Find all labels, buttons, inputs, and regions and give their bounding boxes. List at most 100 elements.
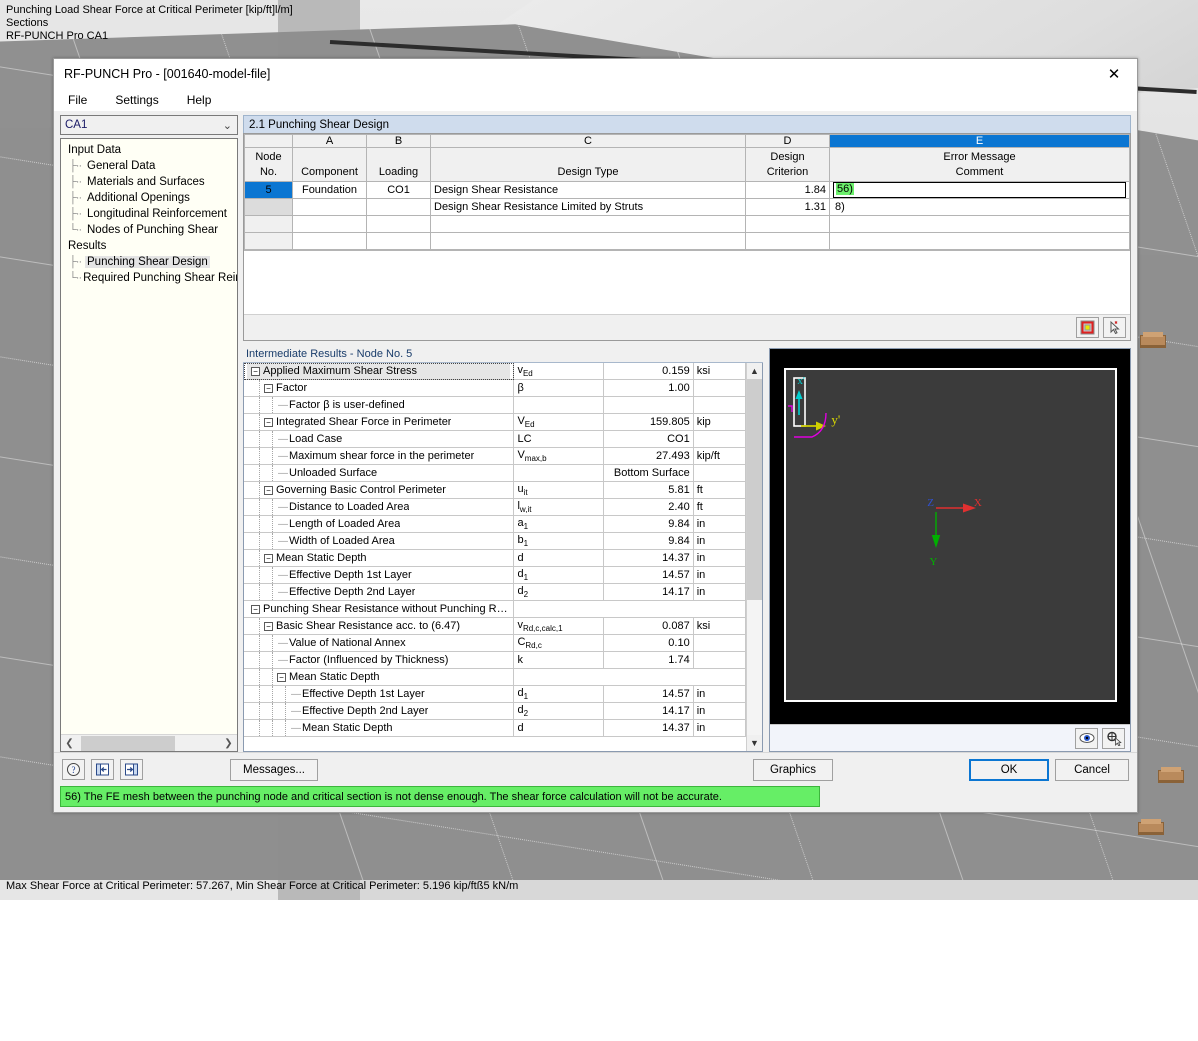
sidebar-item-punching-shear-design[interactable]: ├··Punching Shear Design <box>61 254 237 270</box>
intermediate-row[interactable]: —Load CaseLCCO1 <box>244 431 746 448</box>
intermediate-row-name-cell[interactable]: —Maximum shear force in the perimeter <box>244 448 514 465</box>
intermediate-row[interactable]: —Value of National AnnexCRd,c0.10 <box>244 635 746 652</box>
intermediate-row-name-cell[interactable]: —Load Case <box>244 431 514 448</box>
intermediate-results-table[interactable]: −Applied Maximum Shear StressvEd0.159ksi… <box>244 363 746 737</box>
hscroll-thumb[interactable] <box>81 736 175 751</box>
cell-loading[interactable]: CO1 <box>367 182 431 199</box>
intermediate-row[interactable]: —Length of Loaded Areaa19.84in <box>244 516 746 533</box>
zoom-pointer-icon[interactable] <box>1102 728 1125 749</box>
intermediate-row[interactable]: −Mean Static Depthd14.37in <box>244 550 746 567</box>
intermediate-row-name-cell[interactable]: −Applied Maximum Shear Stress <box>244 363 514 380</box>
intermediate-row-value[interactable]: 14.17 <box>604 584 694 601</box>
table-row-empty[interactable] <box>245 233 1130 250</box>
intermediate-row[interactable]: —Maximum shear force in the perimeterVma… <box>244 448 746 465</box>
sidebar-item-nodes-of-punching-shear[interactable]: └··Nodes of Punching Shear <box>61 222 237 238</box>
intermediate-row[interactable]: −Integrated Shear Force in PerimeterVEd1… <box>244 414 746 431</box>
intermediate-row-value[interactable]: 9.84 <box>604 533 694 550</box>
sidebar-item-results[interactable]: Results <box>61 238 237 254</box>
intermediate-row[interactable]: −Applied Maximum Shear StressvEd0.159ksi <box>244 363 746 380</box>
col-letter-e[interactable]: E <box>830 135 1130 148</box>
col-letter-b[interactable]: B <box>367 135 431 148</box>
intermediate-row-value[interactable]: 14.37 <box>604 550 694 567</box>
graphics-model-area[interactable]: x' y' X Y Z <box>784 368 1117 702</box>
punching-shear-design-grid[interactable]: A B C D E Node No. <box>243 133 1131 341</box>
design-results-table[interactable]: A B C D E Node No. <box>244 134 1130 250</box>
sidebar-horizontal-scrollbar[interactable]: ❮ ❯ <box>61 734 237 751</box>
intermediate-row[interactable]: —Effective Depth 1st Layerd114.57in <box>244 567 746 584</box>
intermediate-row-name-cell[interactable]: —Effective Depth 1st Layer <box>244 686 514 703</box>
collapse-toggle-icon[interactable]: − <box>264 486 273 495</box>
intermediate-vertical-scrollbar[interactable]: ▲ ▼ <box>746 363 762 751</box>
chevron-up-icon[interactable]: ▲ <box>747 363 762 379</box>
intermediate-row-name-cell[interactable]: —Effective Depth 2nd Layer <box>244 703 514 720</box>
intermediate-row-value[interactable]: 9.84 <box>604 516 694 533</box>
cell-design-type[interactable]: Design Shear Resistance Limited by Strut… <box>431 199 746 216</box>
cell-node-no[interactable] <box>245 199 293 216</box>
intermediate-row-name-cell[interactable]: —Value of National Annex <box>244 635 514 652</box>
intermediate-row-value[interactable]: 14.57 <box>604 686 694 703</box>
cell-component[interactable]: Foundation <box>293 182 367 199</box>
intermediate-row-value[interactable]: 0.159 <box>604 363 694 380</box>
intermediate-row-value[interactable] <box>604 397 694 414</box>
intermediate-row[interactable]: —Effective Depth 1st Layerd114.57in <box>244 686 746 703</box>
intermediate-row-value[interactable]: 14.37 <box>604 720 694 737</box>
cell-empty[interactable] <box>830 216 1130 233</box>
col-letter-c[interactable]: C <box>431 135 746 148</box>
intermediate-row[interactable]: —Effective Depth 2nd Layerd214.17in <box>244 584 746 601</box>
cell-empty[interactable] <box>367 233 431 250</box>
cancel-button[interactable]: Cancel <box>1055 759 1129 781</box>
sidebar-item-longitudinal-reinforcement[interactable]: ├··Longitudinal Reinforcement <box>61 206 237 222</box>
messages-button[interactable]: Messages... <box>230 759 318 781</box>
menu-item-file[interactable]: File <box>64 91 91 109</box>
error-cell-editor[interactable]: 56) <box>833 182 1126 198</box>
ok-button[interactable]: OK <box>969 759 1049 781</box>
intermediate-row-value[interactable]: 2.40 <box>604 499 694 516</box>
cell-error-message[interactable]: 8) <box>830 199 1130 216</box>
intermediate-row-value[interactable]: 5.81 <box>604 482 694 499</box>
sidebar-item-required-punching-shear-reinf[interactable]: └··Required Punching Shear Reinf <box>61 270 237 286</box>
cell-empty[interactable] <box>431 233 746 250</box>
intermediate-row-value[interactable]: 27.493 <box>604 448 694 465</box>
table-row[interactable]: 5FoundationCO1Design Shear Resistance1.8… <box>245 182 1130 199</box>
next-panel-icon[interactable] <box>120 759 143 780</box>
intermediate-row-name-cell[interactable]: —Effective Depth 1st Layer <box>244 567 514 584</box>
intermediate-row-name-cell[interactable]: —Mean Static Depth <box>244 720 514 737</box>
intermediate-row[interactable]: —Distance to Loaded Arealw,it2.40ft <box>244 499 746 516</box>
intermediate-row-value[interactable]: 1.74 <box>604 652 694 669</box>
intermediate-row[interactable]: −Punching Shear Resistance without Punch… <box>244 601 746 618</box>
collapse-toggle-icon[interactable]: − <box>264 384 273 393</box>
intermediate-row[interactable]: —Width of Loaded Areab19.84in <box>244 533 746 550</box>
intermediate-row[interactable]: —Mean Static Depthd14.37in <box>244 720 746 737</box>
intermediate-results-scrollarea[interactable]: −Applied Maximum Shear StressvEd0.159ksi… <box>244 363 746 751</box>
select-pointer-icon[interactable] <box>1103 317 1126 338</box>
help-icon[interactable]: ? <box>62 759 85 780</box>
graphics-viewport[interactable]: x' y' X Y Z <box>770 349 1130 724</box>
cell-empty[interactable] <box>431 216 746 233</box>
intermediate-row-name-cell[interactable]: —Factor β is user-defined <box>244 397 514 414</box>
prev-panel-icon[interactable] <box>91 759 114 780</box>
collapse-toggle-icon[interactable]: − <box>264 622 273 631</box>
intermediate-row-name-cell[interactable]: —Distance to Loaded Area <box>244 499 514 516</box>
collapse-toggle-icon[interactable]: − <box>264 554 273 563</box>
cell-empty[interactable] <box>245 233 293 250</box>
cell-node-no[interactable]: 5 <box>245 182 293 199</box>
intermediate-row-value[interactable]: 14.57 <box>604 567 694 584</box>
eye-icon[interactable] <box>1075 728 1098 749</box>
intermediate-row-name-cell[interactable]: —Length of Loaded Area <box>244 516 514 533</box>
intermediate-row[interactable]: −Mean Static Depth <box>244 669 746 686</box>
intermediate-row-name-cell[interactable]: −Governing Basic Control Perimeter <box>244 482 514 499</box>
intermediate-row-value[interactable]: 159.805 <box>604 414 694 431</box>
design-case-combo[interactable]: CA1 ⌄ <box>60 115 238 135</box>
close-icon[interactable]: ✕ <box>1091 59 1137 89</box>
sidebar-item-additional-openings[interactable]: ├··Additional Openings <box>61 190 237 206</box>
cell-empty[interactable] <box>367 216 431 233</box>
intermediate-row[interactable]: −Basic Shear Resistance acc. to (6.47)vR… <box>244 618 746 635</box>
table-row-empty[interactable] <box>245 216 1130 233</box>
intermediate-row-value[interactable]: CO1 <box>604 431 694 448</box>
cell-design-criterion[interactable]: 1.84 <box>746 182 830 199</box>
intermediate-row-value[interactable]: 0.087 <box>604 618 694 635</box>
cell-design-criterion[interactable]: 1.31 <box>746 199 830 216</box>
chevron-left-icon[interactable]: ❮ <box>61 735 78 751</box>
intermediate-row-value[interactable]: 1.00 <box>604 380 694 397</box>
intermediate-row-name-cell[interactable]: −Punching Shear Resistance without Punch… <box>244 601 514 618</box>
